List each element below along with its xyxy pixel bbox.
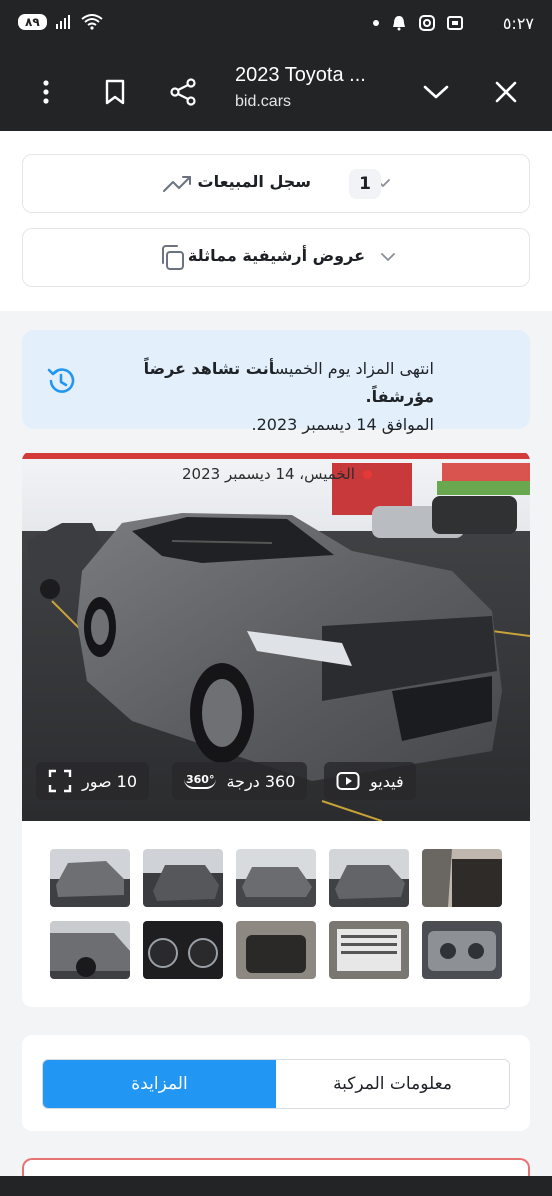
page-domain[interactable]: bid.cars [235,93,291,111]
chevron-down-icon[interactable] [378,247,398,267]
photos-button[interactable]: 10 صور [36,762,150,800]
thumbnail[interactable] [236,921,316,979]
fullscreen-icon [48,769,72,793]
page-title[interactable]: 2023 Toyota ... [235,64,366,87]
status-bar: ٨٩ ٥:٢٧ [0,0,552,52]
thumbnail[interactable] [422,849,502,907]
instagram-icon [419,15,435,31]
vehicle-gallery-card: الخميس، 14 ديسمبر 2023 فيديو 360 درجة 36… [22,451,530,1007]
page-content: 1 سجل المبيعات عروض أرشيفية مماثلة انتهى… [0,131,552,1196]
thumbnail[interactable] [50,921,130,979]
video-label: فيديو [370,771,404,791]
similar-archive-accordion[interactable]: عروض أرشيفية مماثلة [22,228,530,287]
thumbnail[interactable] [329,849,409,907]
auction-date: الخميس، 14 ديسمبر 2023 [182,465,355,483]
close-icon[interactable] [486,72,526,112]
status-left: ٨٩ [18,14,103,30]
clock: ٥:٢٧ [502,14,534,33]
wifi-icon [81,14,103,30]
main-vehicle-photo[interactable]: الخميس، 14 ديسمبر 2023 فيديو 360 درجة 36… [22,451,530,821]
thumbnail[interactable] [329,921,409,979]
chevron-down-icon[interactable] [416,72,456,112]
share-icon[interactable] [163,72,203,112]
tab-auction[interactable]: المزايدة [43,1060,276,1108]
notice-prefix: انتهى المزاد يوم الخميس [274,359,434,378]
view-360-label: 360 درجة [226,771,296,791]
more-menu-icon[interactable] [26,72,66,112]
thumbnail[interactable] [236,849,316,907]
notice-date: الموافق 14 ديسمبر 2023. [251,415,434,434]
browser-toolbar: 2023 Toyota ... bid.cars [0,52,552,131]
archived-notice: انتهى المزاد يوم الخميسأنت تشاهد عرضاً م… [22,330,530,434]
screenshot-icon [447,16,463,30]
tab-vehicle-info[interactable]: معلومات المركبة [276,1060,509,1108]
auction-date-badge: الخميس، 14 ديسمبر 2023 [182,465,372,483]
thumbnail[interactable] [422,921,502,979]
thumbnail[interactable] [50,849,130,907]
rotate-360-icon: 360° [184,773,217,789]
details-tabs: المزايدة معلومات المركبة [42,1059,510,1109]
live-dot-icon [362,469,372,479]
video-button[interactable]: فيديو [324,762,416,800]
bookmark-icon[interactable] [95,72,135,112]
view-360-button[interactable]: 360 درجة 360° [172,762,308,800]
play-icon [336,772,360,790]
sales-history-accordion[interactable]: 1 سجل المبيعات [22,154,530,213]
history-icon [47,368,75,393]
system-nav-bar [0,1176,552,1196]
signal-icon [55,15,70,29]
history-section: 1 سجل المبيعات عروض أرشيفية مماثلة [0,131,552,311]
photos-count-label: 10 صور [82,771,138,791]
sales-count-badge: 1 [349,169,381,199]
thumbnail[interactable] [143,849,223,907]
alarm-icon [393,16,405,31]
battery-indicator: ٨٩ [18,14,47,30]
trending-up-icon [163,176,191,192]
status-icons [372,14,464,32]
details-tab-section: المزايدة معلومات المركبة [22,1035,530,1131]
thumbnail[interactable] [143,921,223,979]
copy-icon [162,245,184,270]
notification-dot-icon [373,20,379,26]
similar-archive-label: عروض أرشيفية مماثلة [187,246,365,265]
notice-text: انتهى المزاد يوم الخميسأنت تشاهد عرضاً م… [104,355,434,439]
sales-history-label: سجل المبيعات [197,172,311,191]
